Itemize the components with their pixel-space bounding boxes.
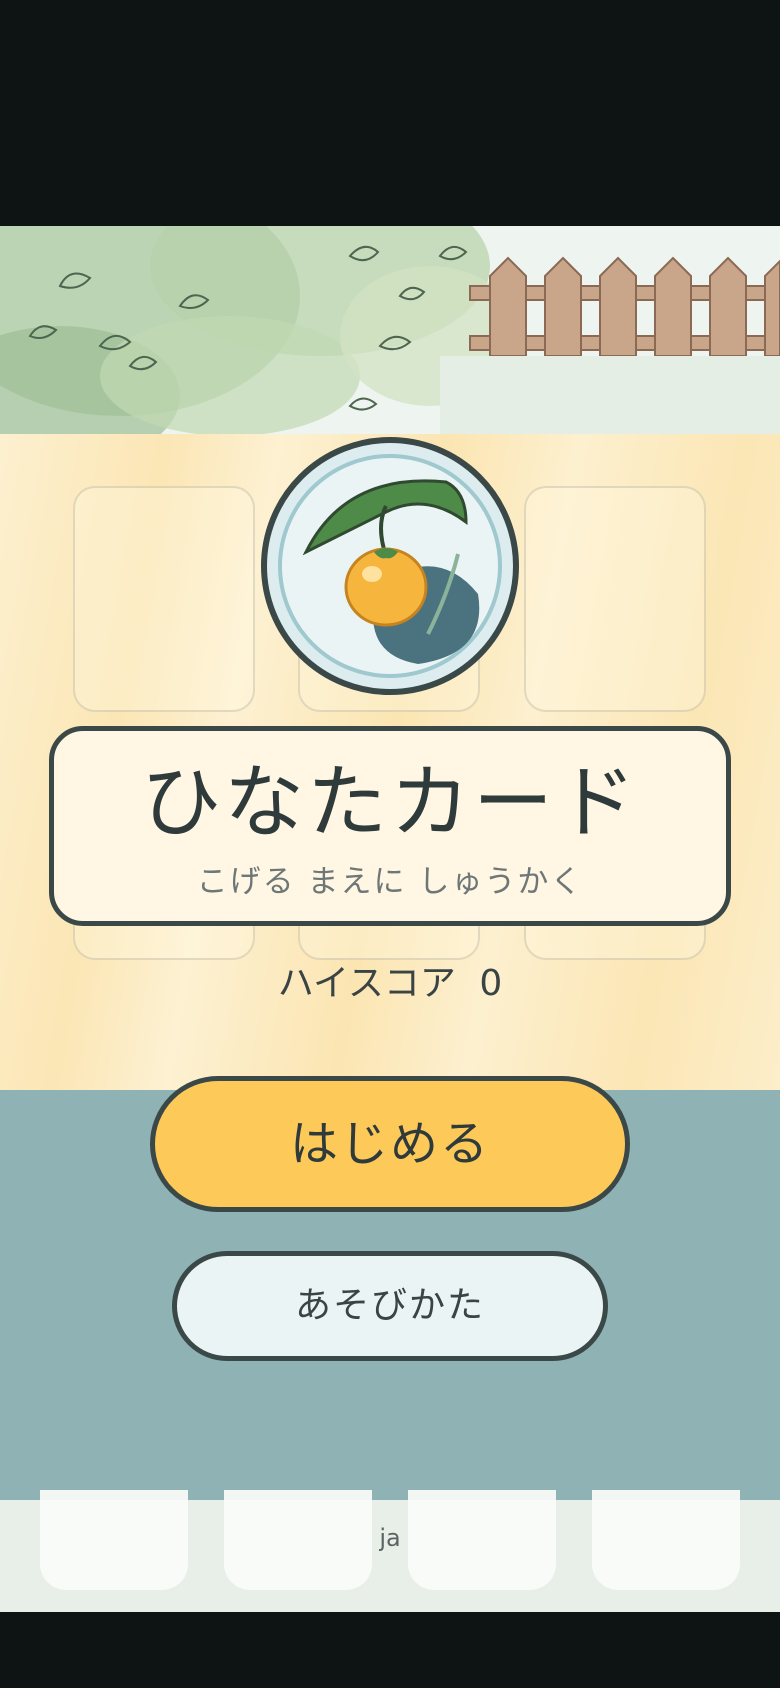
leaves-and-fence-illustration [0,226,780,434]
how-to-play-button[interactable]: あそびかた [172,1251,608,1361]
game-title: ひなたカード [141,756,639,849]
orange-fruit-emblem-icon [261,437,519,695]
language-indicator: ja [379,1524,401,1552]
high-score-label: ハイスコア [277,963,456,1004]
start-button[interactable]: はじめる [150,1076,630,1212]
game-subtitle: こげる まえに しゅうかく [196,864,584,900]
garden-header-illustration [0,226,780,434]
card-slot [73,486,255,712]
letterbox-top [0,0,780,226]
title-panel: ひなたカード こげる まえに しゅうかく [49,726,731,926]
card-slot [524,486,706,712]
high-score-value: 0 [479,963,503,1004]
high-score: ハイスコア 0 [0,954,780,1006]
game-screen: ひなたカード こげる まえに しゅうかく ハイスコア 0 はじめる あそびかた … [0,226,780,1612]
letterbox-bottom [0,1612,780,1688]
